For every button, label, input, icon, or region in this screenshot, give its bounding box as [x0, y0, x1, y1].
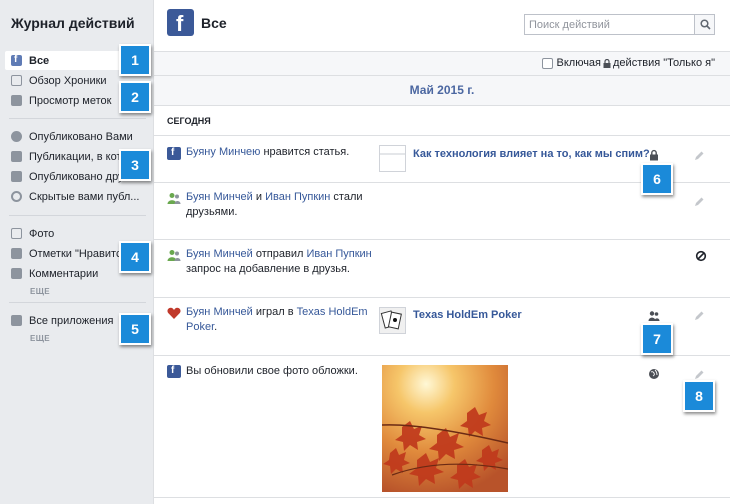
- activity-text: Буян Минчей и Иван Пупкин стали друзьями…: [186, 190, 376, 220]
- facebook-icon: [167, 147, 181, 160]
- friend-request-icon: [167, 250, 181, 261]
- sidebar-item-label: Отметки "Нравится": [29, 247, 132, 260]
- activity-description: играл в: [252, 306, 297, 318]
- actor2-link[interactable]: Иван Пупкин: [306, 248, 371, 260]
- sidebar-divider: [9, 215, 146, 216]
- pencil-icon[interactable]: [693, 310, 705, 322]
- search-box: [524, 14, 715, 35]
- game-thumbnail[interactable]: [379, 307, 406, 334]
- sidebar-item-label: Опубликовано дру: [29, 170, 124, 183]
- facebook-logo-icon: [167, 9, 194, 37]
- activity-row: Вы обновили свое фото обложки.: [154, 355, 730, 497]
- actor-link[interactable]: Буяну Минчею: [186, 146, 260, 158]
- facebook-icon: [167, 365, 181, 378]
- pencil-icon[interactable]: [693, 150, 705, 162]
- callout-badge: 4: [119, 241, 151, 273]
- search-input[interactable]: [525, 15, 695, 34]
- sidebar-item-label: Скрытые вами публ...: [29, 190, 140, 203]
- page-title: Все: [201, 15, 227, 31]
- lock-icon: [603, 58, 611, 68]
- content-header: Все: [154, 0, 730, 52]
- comment-icon: [11, 268, 22, 279]
- article-link[interactable]: Как технология влияет на то, как мы спим…: [413, 147, 650, 161]
- activity-text: Буян Минчей играл в Texas HoldEm Poker.: [186, 305, 376, 335]
- callout-badge: 8: [683, 380, 715, 412]
- main-panel: Все Включая действия "Только: [153, 0, 730, 504]
- friends-icon[interactable]: [648, 310, 660, 322]
- sidebar-item-label: Опубликовано Вами: [29, 130, 133, 143]
- feed-divider: [154, 497, 730, 498]
- activity-description: запрос на добавление в друзья.: [186, 263, 350, 275]
- actor-link[interactable]: Буян Минчей: [186, 191, 253, 203]
- month-header: Май 2015 г.: [154, 76, 730, 106]
- facebook-icon: [11, 54, 22, 66]
- actor-link[interactable]: Буян Минчей: [186, 248, 253, 260]
- callout-badge: 3: [119, 149, 151, 181]
- sidebar-item-label: Все приложения: [29, 314, 114, 327]
- sidebar-item-label: Просмотр меток: [29, 94, 112, 107]
- sidebar-item-label: Фото: [29, 227, 55, 240]
- friends-icon: [167, 193, 181, 204]
- filter-label-suffix: действия "Только я": [613, 57, 715, 69]
- photo-icon: [11, 228, 22, 239]
- apps-icon: [11, 315, 22, 326]
- sidebar-divider: [9, 302, 146, 303]
- lock-icon[interactable]: [648, 149, 660, 161]
- callout-badge: 5: [119, 313, 151, 345]
- sidebar-item-label: Обзор Хроники: [29, 74, 107, 87]
- sidebar-more-link[interactable]: ЕЩЕ: [30, 287, 50, 296]
- actor2-link[interactable]: Иван Пупкин: [265, 191, 330, 203]
- tag-icon: [11, 151, 22, 162]
- tag-icon: [11, 95, 22, 106]
- activity-text: Буян Минчей отправил Иван Пупкин запрос …: [186, 247, 376, 277]
- only-me-checkbox[interactable]: [541, 57, 553, 69]
- activity-row: Буян Минчей отправил Иван Пупкин запрос …: [154, 239, 730, 297]
- pencil-icon[interactable]: [693, 196, 705, 208]
- activity-description: .: [214, 321, 218, 333]
- callout-badge: 6: [641, 163, 673, 195]
- globe-icon[interactable]: [648, 368, 660, 380]
- cover-photo-image[interactable]: [382, 365, 508, 492]
- friends-post-icon: [11, 171, 22, 182]
- game-heart-icon: [167, 307, 181, 319]
- callout-badge: 1: [119, 44, 151, 76]
- activity-text: Вы обновили свое фото обложки.: [186, 365, 358, 377]
- search-icon: [700, 19, 711, 30]
- article-thumbnail[interactable]: [379, 145, 406, 172]
- filter-bar: Включая действия "Только я": [154, 52, 730, 76]
- sidebar-item-label: Публикации, в кот: [29, 150, 122, 163]
- callout-badge: 2: [119, 81, 151, 113]
- actor-link[interactable]: Буян Минчей: [186, 306, 253, 318]
- activity-description: нравится статья.: [260, 146, 350, 158]
- hidden-icon: [11, 191, 22, 202]
- like-icon: [11, 248, 22, 259]
- sidebar-item-label: Комментарии: [29, 267, 99, 280]
- timeline-icon: [11, 75, 22, 86]
- activity-log-page: Журнал действий Все Обзор Хроники Просмо…: [0, 0, 730, 504]
- callout-badge: 7: [641, 323, 673, 355]
- playing-cards-icon: [380, 310, 402, 330]
- person-icon: [11, 131, 22, 142]
- sidebar-item-label: Все: [29, 54, 50, 67]
- today-label: СЕГОДНЯ: [167, 116, 211, 126]
- game-page-link[interactable]: Texas HoldEm Poker: [413, 308, 522, 322]
- filter-label-prefix: Включая: [556, 57, 602, 69]
- sidebar-item-hidden[interactable]: Скрытые вами публ...: [11, 187, 146, 206]
- activity-description: отправил: [252, 248, 307, 260]
- sidebar-more-link[interactable]: ЕЩЕ: [30, 334, 50, 343]
- only-me-filter[interactable]: Включая действия "Только я": [541, 57, 715, 69]
- sidebar-divider: [9, 118, 146, 119]
- search-button[interactable]: [694, 15, 714, 34]
- blocked-icon[interactable]: [695, 250, 707, 262]
- activity-text: Буяну Минчею нравится статья.: [186, 145, 376, 160]
- sidebar-item-your-posts[interactable]: Опубликовано Вами: [11, 127, 146, 146]
- sidebar-title: Журнал действий: [11, 15, 135, 31]
- activity-conjunction: и: [252, 191, 266, 203]
